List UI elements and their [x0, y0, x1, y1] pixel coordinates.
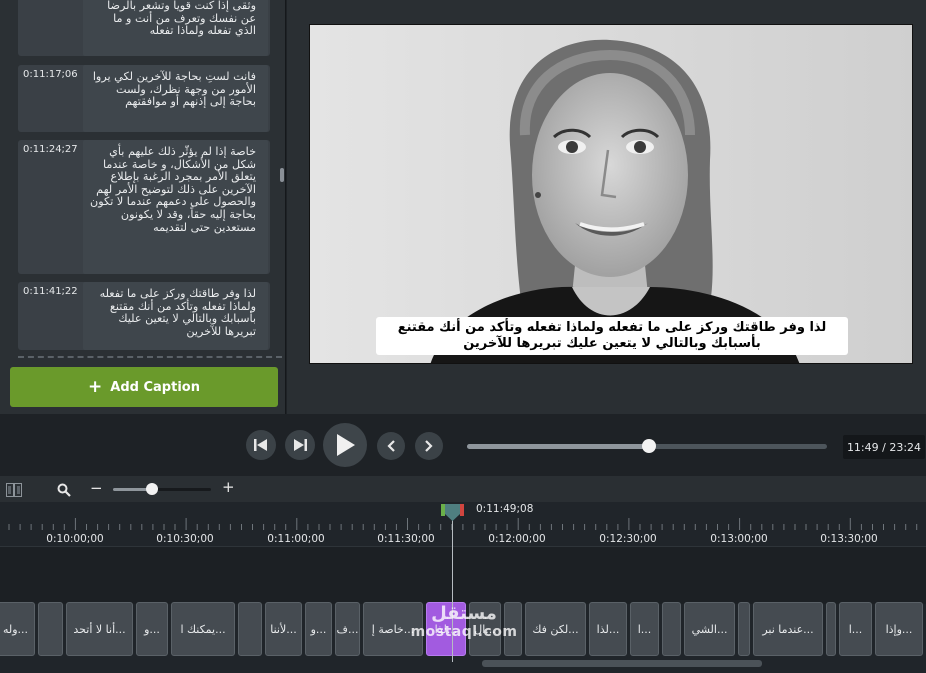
caption-text-field[interactable]: وثقى إذا كنت قويا وتشعر بالرضا عن نفسك و…: [83, 0, 268, 56]
caption-clip[interactable]: ...لأننا: [265, 602, 302, 656]
add-caption-label: Add Caption: [110, 379, 200, 395]
tick-label: 0:13:00;00: [710, 533, 768, 545]
caption-clip[interactable]: ...عندما نبر: [753, 602, 823, 656]
caption-clip[interactable]: ...وإذا: [875, 602, 923, 656]
zoom-icon: [57, 483, 71, 497]
player-controls: 11:49 / 23:24: [0, 414, 926, 476]
video-frame[interactable]: لذا وفر طاقتك وركز على ما تفعله ولماذا ت…: [309, 24, 913, 364]
video-caption-overlay: لذا وفر طاقتك وركز على ما تفعله ولماذا ت…: [376, 317, 848, 355]
track-toggle-icon: [6, 483, 22, 497]
timeline[interactable]: 0:10:00;00 0:10:30;00 0:11:00;00 0:11:30…: [0, 502, 926, 673]
tick-label: 0:13:30;00: [820, 533, 878, 545]
tick-label: 0:10:30;00: [156, 533, 214, 545]
captions-panel: وثقى إذا كنت قويا وتشعر بالرضا عن نفسك و…: [0, 0, 286, 414]
scrubber-handle[interactable]: [641, 439, 656, 453]
playhead-line: [452, 512, 453, 662]
playhead-handle[interactable]: [441, 504, 464, 522]
caption-clip[interactable]: ...و: [305, 602, 332, 656]
caption-timestamp: 0:11:17;06: [23, 69, 78, 80]
time-display: 11:49 / 23:24: [843, 435, 925, 459]
plus-icon: +: [88, 376, 103, 397]
caption-clip[interactable]: [504, 602, 522, 656]
caption-clip[interactable]: ...و: [136, 602, 168, 656]
caption-clip[interactable]: [662, 602, 681, 656]
caption-item[interactable]: 0:11:24;27 خاصة إذا لم يؤثّر ذلك عليهم ب…: [18, 140, 270, 274]
play-icon: [337, 434, 355, 456]
previous-caption-icon: [387, 440, 395, 452]
next-caption-icon: [425, 440, 433, 452]
timeline-scrollbar[interactable]: [482, 660, 762, 667]
scrubber-progress: [467, 444, 649, 449]
video-image: [310, 25, 912, 363]
caption-item[interactable]: 0:11:41;22 لذا وفر طاقتك وركز على ما تفع…: [18, 282, 270, 350]
add-caption-button[interactable]: + Add Caption: [10, 367, 278, 407]
caption-timestamp: 0:11:24;27: [23, 144, 78, 155]
zoom-slider[interactable]: [113, 488, 211, 491]
caption-text-field[interactable]: خاصة إذا لم يؤثّر ذلك عليهم بأي شكل من ا…: [83, 140, 268, 274]
caption-clip[interactable]: ...الشي: [684, 602, 735, 656]
caption-clip[interactable]: [826, 602, 836, 656]
step-forward-button[interactable]: [285, 430, 315, 460]
caption-text-field[interactable]: لذا وفر طاقتك وركز على ما تفعله ولماذا ت…: [83, 282, 268, 350]
track-toggle-button[interactable]: [6, 482, 22, 501]
playhead-time: 0:11:49;08: [476, 503, 534, 515]
tick-label: 0:12:30;00: [599, 533, 657, 545]
previous-frame-icon: [254, 439, 267, 451]
caption-clip[interactable]: ...أنا لا أتحد: [66, 602, 133, 656]
tick-label: 0:11:00;00: [267, 533, 325, 545]
caption-clip[interactable]: ...ا: [630, 602, 659, 656]
caption-clip[interactable]: ...لذا: [589, 602, 627, 656]
previous-frame-button[interactable]: [246, 430, 276, 460]
timeline-track-area[interactable]: [0, 546, 926, 604]
selected-caption-clip[interactable]: ...لذا: [426, 602, 466, 656]
caption-list: وثقى إذا كنت قويا وتشعر بالرضا عن نفسك و…: [0, 0, 286, 360]
caption-clip[interactable]: ...يمكنك ا: [171, 602, 235, 656]
play-button[interactable]: [323, 423, 367, 467]
video-preview-area: لذا وفر طاقتك وركز على ما تفعله ولماذا ت…: [287, 0, 926, 414]
divider: [18, 356, 282, 358]
caption-item[interactable]: 0:11:17;06 فانت لستِ بحاجة للآخرين لكي ي…: [18, 65, 270, 132]
caption-clip[interactable]: ...ال: [469, 602, 501, 656]
zoom-out-icon[interactable]: −: [90, 481, 103, 496]
caption-clip[interactable]: [238, 602, 262, 656]
tick-label: 0:10:00;00: [46, 533, 104, 545]
caption-clip-track[interactable]: ...وله ...أنا لا أتحد ...و ...يمكنك ا ..…: [0, 602, 926, 659]
panel-scrollbar[interactable]: [280, 168, 284, 182]
next-caption-button[interactable]: [415, 432, 443, 460]
caption-clip[interactable]: [738, 602, 750, 656]
zoom-in-icon[interactable]: +: [222, 480, 235, 495]
caption-timestamp: 0:11:41;22: [23, 286, 78, 297]
caption-clip[interactable]: ...ا: [839, 602, 872, 656]
caption-clip[interactable]: [38, 602, 63, 656]
tick-label: 0:11:30;00: [377, 533, 435, 545]
caption-clip[interactable]: ...خاصة إ: [363, 602, 423, 656]
tick-label: 0:12:00;00: [488, 533, 546, 545]
zoom-button[interactable]: [57, 482, 71, 501]
previous-caption-button[interactable]: [377, 432, 405, 460]
caption-text-field[interactable]: فانت لستِ بحاجة للآخرين لكي يروا الأمور …: [83, 65, 268, 132]
step-forward-icon: [294, 439, 307, 451]
zoom-slider-handle[interactable]: [146, 483, 159, 495]
timeline-toolbar: − +: [0, 476, 926, 502]
caption-clip[interactable]: ...لكن فك: [525, 602, 586, 656]
caption-clip[interactable]: ...وله: [0, 602, 35, 656]
caption-item[interactable]: وثقى إذا كنت قويا وتشعر بالرضا عن نفسك و…: [18, 0, 270, 56]
caption-clip[interactable]: ...ف: [335, 602, 360, 656]
caption-editor-window: وثقى إذا كنت قويا وتشعر بالرضا عن نفسك و…: [0, 0, 926, 673]
